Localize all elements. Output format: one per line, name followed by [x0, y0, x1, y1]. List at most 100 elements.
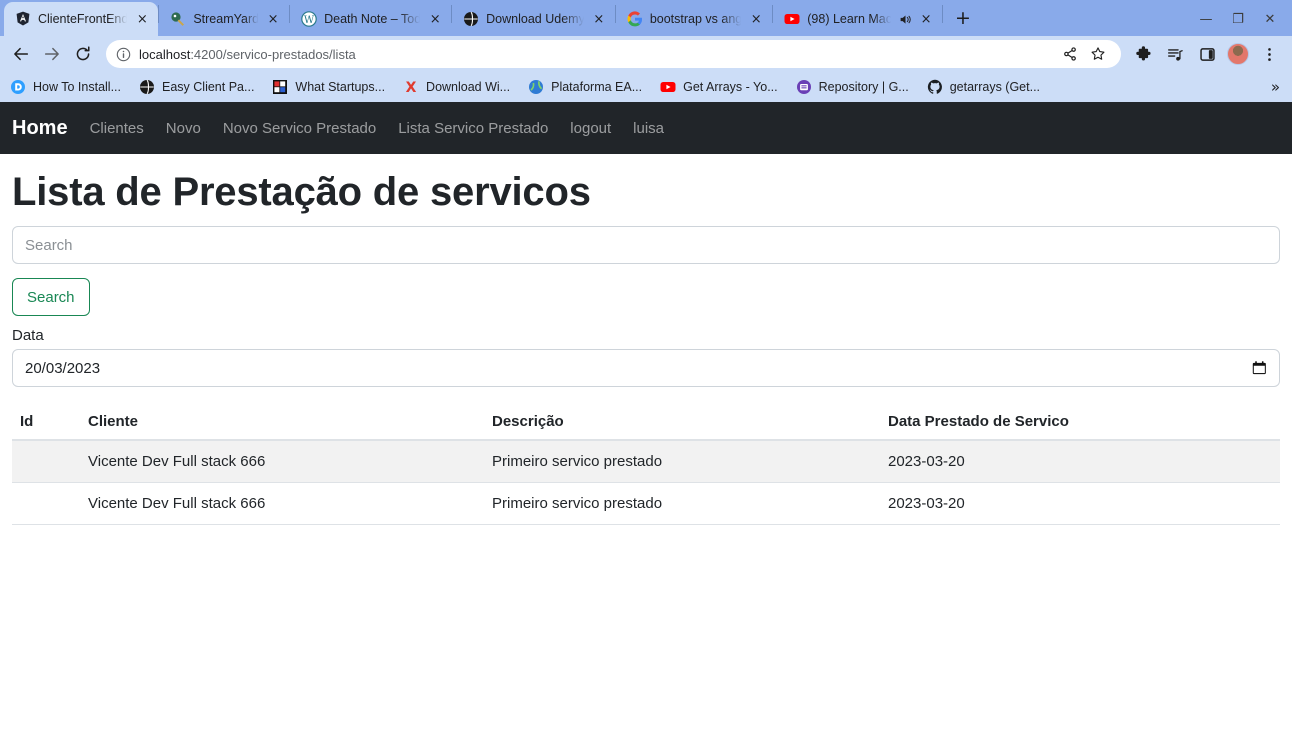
bookmark-download-wi[interactable]: X Download Wi...	[403, 79, 511, 96]
servicos-table: Id Cliente Descrição Data Prestado de Se…	[12, 405, 1280, 525]
bookmark-label: Plataforma EA...	[551, 80, 643, 94]
calendar-icon[interactable]	[1252, 361, 1267, 375]
redblue-square-icon	[272, 79, 288, 95]
page-title: Lista de Prestação de servicos	[12, 170, 591, 214]
disqus-icon	[10, 79, 26, 95]
profile-avatar[interactable]	[1227, 43, 1249, 65]
cell-id	[12, 440, 80, 483]
nav-link-logout[interactable]: logout	[570, 120, 611, 137]
tab-close-button[interactable]: ×	[428, 13, 442, 26]
table-header-descricao: Descrição	[484, 405, 880, 441]
address-bar[interactable]: localhost:4200/servico-prestados/lista	[106, 40, 1121, 68]
bookmark-label: Easy Client Pa...	[162, 80, 255, 94]
toolbar-extension-icons	[1128, 39, 1284, 69]
table-head: Id Cliente Descrição Data Prestado de Se…	[12, 405, 1280, 441]
tab-close-button[interactable]: ×	[919, 13, 933, 26]
forward-button[interactable]	[37, 39, 67, 69]
nav-link-clientes[interactable]: Clientes	[90, 120, 144, 137]
bookmark-what-startups[interactable]: What Startups...	[272, 79, 385, 95]
new-tab-button[interactable]: +	[949, 4, 977, 32]
tab-close-button[interactable]: ×	[749, 13, 763, 26]
bookmark-getarrays[interactable]: getarrays (Get...	[927, 79, 1040, 95]
x-red-icon: X	[403, 79, 419, 96]
page-content: Lista de Prestação de servicos Search Se…	[0, 170, 1292, 525]
browser-tab-learn-mac[interactable]: (98) Learn Mac ×	[773, 2, 942, 36]
tab-close-button[interactable]: ×	[592, 13, 606, 26]
app-navbar: Home Clientes Novo Novo Servico Prestado…	[0, 102, 1292, 154]
date-input[interactable]: 20/03/2023	[12, 349, 1280, 387]
bookmark-how-to-install[interactable]: How To Install...	[10, 79, 121, 95]
bookmark-get-arrays[interactable]: Get Arrays - Yo...	[660, 79, 778, 95]
side-panel-icon[interactable]	[1192, 39, 1222, 69]
search-button[interactable]: Search	[12, 278, 90, 316]
tab-close-button[interactable]: ×	[135, 13, 149, 26]
reading-list-icon[interactable]	[1160, 39, 1190, 69]
maximize-button[interactable]: ❐	[1222, 4, 1254, 34]
cell-id	[12, 482, 80, 525]
bookmark-label: Download Wi...	[426, 80, 511, 94]
browser-tab-bootstrap-vs-angular[interactable]: bootstrap vs ang ×	[616, 2, 772, 36]
bookmark-label: What Startups...	[295, 80, 386, 94]
tab-title: Death Note – Tod	[324, 12, 422, 26]
tab-audio-muted-icon[interactable]	[899, 13, 912, 26]
globe-icon	[139, 79, 155, 95]
tab-title: bootstrap vs ang	[649, 12, 743, 26]
tab-title: ClienteFrontEnd	[38, 12, 129, 26]
search-input[interactable]: Search	[12, 226, 1280, 264]
star-icon[interactable]	[1085, 41, 1111, 67]
browser-tab-clientefrontend[interactable]: ClienteFrontEnd ×	[4, 2, 159, 36]
tab-title: (98) Learn Mac	[807, 12, 893, 26]
table-row[interactable]: Vicente Dev Full stack 666 Primeiro serv…	[12, 440, 1280, 483]
cell-descricao: Primeiro servico prestado	[484, 482, 880, 525]
svg-text:X: X	[406, 80, 417, 95]
search-input-placeholder: Search	[25, 236, 73, 254]
reload-button[interactable]	[68, 39, 98, 69]
table-body: Vicente Dev Full stack 666 Primeiro serv…	[12, 440, 1280, 525]
bookmark-plataforma-ea[interactable]: Plataforma EA...	[528, 79, 642, 95]
nav-link-user-luisa[interactable]: luisa	[633, 120, 664, 137]
wordpress-icon: W	[301, 11, 317, 27]
url-host: localhost	[139, 46, 191, 62]
bookmark-easy-client-pa[interactable]: Easy Client Pa...	[139, 79, 254, 95]
cell-data: 2023-03-20	[880, 440, 1280, 483]
cell-data: 2023-03-20	[880, 482, 1280, 525]
cell-descricao: Primeiro servico prestado	[484, 440, 880, 483]
nav-link-lista-servico-prestado[interactable]: Lista Servico Prestado	[398, 120, 548, 137]
tab-title: Download Udemy	[486, 12, 585, 26]
browser-tab-death-note[interactable]: W Death Note – Tod ×	[290, 2, 451, 36]
nav-link-novo-servico-prestado[interactable]: Novo Servico Prestado	[223, 120, 376, 137]
navbar-brand-home[interactable]: Home	[12, 117, 68, 140]
svg-text:W: W	[304, 15, 315, 26]
extensions-icon[interactable]	[1128, 39, 1158, 69]
table-header-cliente: Cliente	[80, 405, 484, 441]
window-controls: — ❐ ✕	[1190, 2, 1292, 36]
github-icon	[927, 79, 943, 95]
more-menu-icon[interactable]	[1254, 39, 1284, 69]
close-window-button[interactable]: ✕	[1254, 4, 1286, 34]
tab-close-button[interactable]: ×	[266, 13, 280, 26]
date-input-value: 20/03/2023	[25, 359, 101, 377]
google-icon	[627, 11, 643, 27]
info-circle-icon[interactable]	[116, 47, 131, 62]
bookmark-repository-g[interactable]: Repository | G...	[796, 79, 909, 95]
browser-tab-download-udemy[interactable]: Download Udemy ×	[452, 2, 615, 36]
youtube-icon	[784, 11, 800, 27]
streamyard-icon	[170, 11, 186, 27]
browser-tab-streamyard[interactable]: StreamYard ×	[159, 2, 289, 36]
cell-cliente: Vicente Dev Full stack 666	[80, 482, 484, 525]
back-button[interactable]	[6, 39, 36, 69]
table-header-id: Id	[12, 405, 80, 441]
blue-globe-icon	[528, 79, 544, 95]
bookmark-label: Repository | G...	[818, 80, 909, 94]
minimize-button[interactable]: —	[1190, 4, 1222, 34]
table-row[interactable]: Vicente Dev Full stack 666 Primeiro serv…	[12, 482, 1280, 525]
share-icon[interactable]	[1057, 41, 1083, 67]
bookmarks-overflow-button[interactable]: »	[1271, 78, 1284, 96]
address-bar-url: localhost:4200/servico-prestados/lista	[139, 47, 356, 62]
purple-circle-icon	[796, 79, 812, 95]
youtube-icon	[660, 79, 676, 95]
table-header-data-prestado: Data Prestado de Servico	[880, 405, 1280, 441]
bookmark-label: getarrays (Get...	[949, 80, 1041, 94]
nav-link-novo[interactable]: Novo	[166, 120, 201, 137]
bookmark-label: How To Install...	[33, 80, 122, 94]
